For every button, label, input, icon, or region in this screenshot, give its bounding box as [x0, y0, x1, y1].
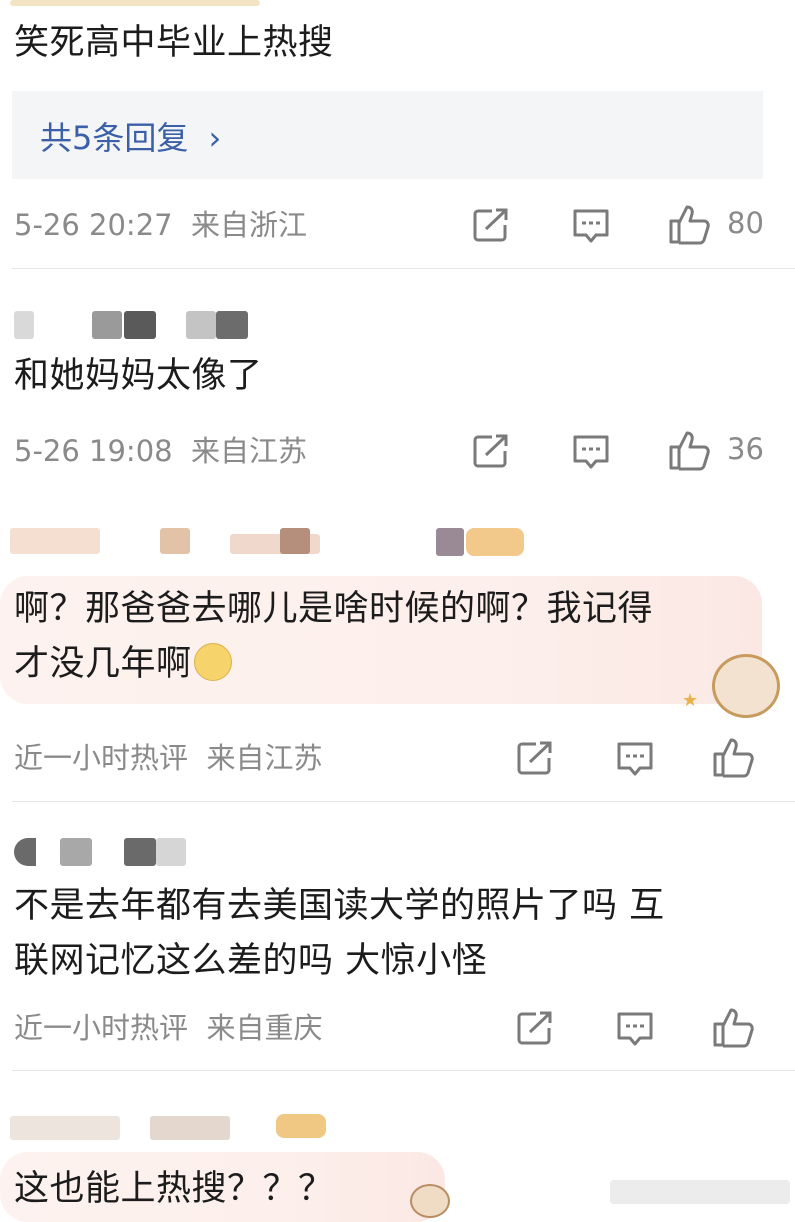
username-blur: [10, 1116, 120, 1140]
watermark: [610, 1180, 790, 1204]
hamster-sticker: [410, 1184, 450, 1218]
timestamp: 近一小时热评: [14, 1011, 189, 1045]
comment-text: 和她妈妈太像了: [14, 356, 263, 396]
like-count: 36: [727, 432, 764, 466]
reply-box[interactable]: 共5条回复 ›: [12, 91, 763, 179]
thumbs-up-icon[interactable]: [668, 429, 712, 471]
comment-meta: 5-26 19:08 来自江苏: [14, 431, 307, 471]
comment-meta: 近一小时热评 来自重庆: [14, 1008, 322, 1048]
location: 来自浙江: [191, 208, 308, 242]
view-replies-link[interactable]: 共5条回复 ›: [40, 113, 221, 159]
timestamp: 5-26 20:27: [14, 208, 173, 242]
sweat-smile-emoji: [193, 643, 232, 681]
vip-badge: [466, 528, 524, 556]
username-blur: [186, 311, 216, 339]
location: 来自江苏: [206, 741, 323, 775]
comment-icon[interactable]: [572, 434, 610, 470]
share-icon[interactable]: [516, 740, 554, 776]
username-blur: [436, 528, 464, 556]
username-blur: [60, 838, 92, 866]
anime-avatar-sticker: [712, 654, 780, 718]
comment-meta: 近一小时热评 来自江苏: [14, 738, 322, 778]
location: 来自重庆: [206, 1011, 323, 1045]
username-blur: [124, 838, 156, 866]
username-blur: [156, 838, 186, 866]
share-icon[interactable]: [472, 207, 510, 243]
share-icon[interactable]: [472, 433, 510, 469]
chevron-right-icon: ›: [208, 119, 222, 157]
divider: [12, 268, 795, 269]
thumbs-up-icon[interactable]: [712, 1006, 756, 1048]
comment-icon[interactable]: [616, 741, 654, 777]
divider: [12, 801, 795, 802]
comment-icon[interactable]: [616, 1011, 654, 1047]
username-blur: [150, 1116, 230, 1140]
vip-badge: [276, 1114, 326, 1138]
username-blur: [216, 311, 248, 339]
like-count: 80: [727, 206, 764, 240]
comment-icon[interactable]: [572, 208, 610, 244]
comment-text: 笑死高中毕业上热搜: [14, 23, 334, 63]
username-blur: [10, 528, 100, 554]
username-blur: [92, 311, 122, 339]
username-blur: [14, 311, 34, 339]
location: 来自江苏: [191, 434, 308, 468]
comment-meta: 5-26 20:27 来自浙江: [14, 205, 307, 245]
divider: [12, 1070, 795, 1071]
timestamp: 近一小时热评: [14, 741, 189, 775]
username-blur: [10, 0, 260, 6]
timestamp: 5-26 19:08: [14, 434, 173, 468]
comment-text: 啊？那爸爸去哪儿是啥时候的啊？我记得 才没几年啊: [14, 589, 654, 684]
username-blur: [160, 528, 190, 554]
thumbs-up-icon[interactable]: [712, 736, 756, 778]
comment-text: 不是去年都有去美国读大学的照片了吗 互 联网记忆这么差的吗 大惊小怪: [14, 886, 665, 981]
comment-text: 这也能上热搜？？？: [14, 1169, 334, 1209]
username-blur: [280, 528, 310, 554]
username-blur: [14, 838, 36, 866]
username-blur: [124, 311, 156, 339]
thumbs-up-icon[interactable]: [668, 203, 712, 245]
sparkle-icon: ★: [682, 690, 699, 711]
share-icon[interactable]: [516, 1010, 554, 1046]
